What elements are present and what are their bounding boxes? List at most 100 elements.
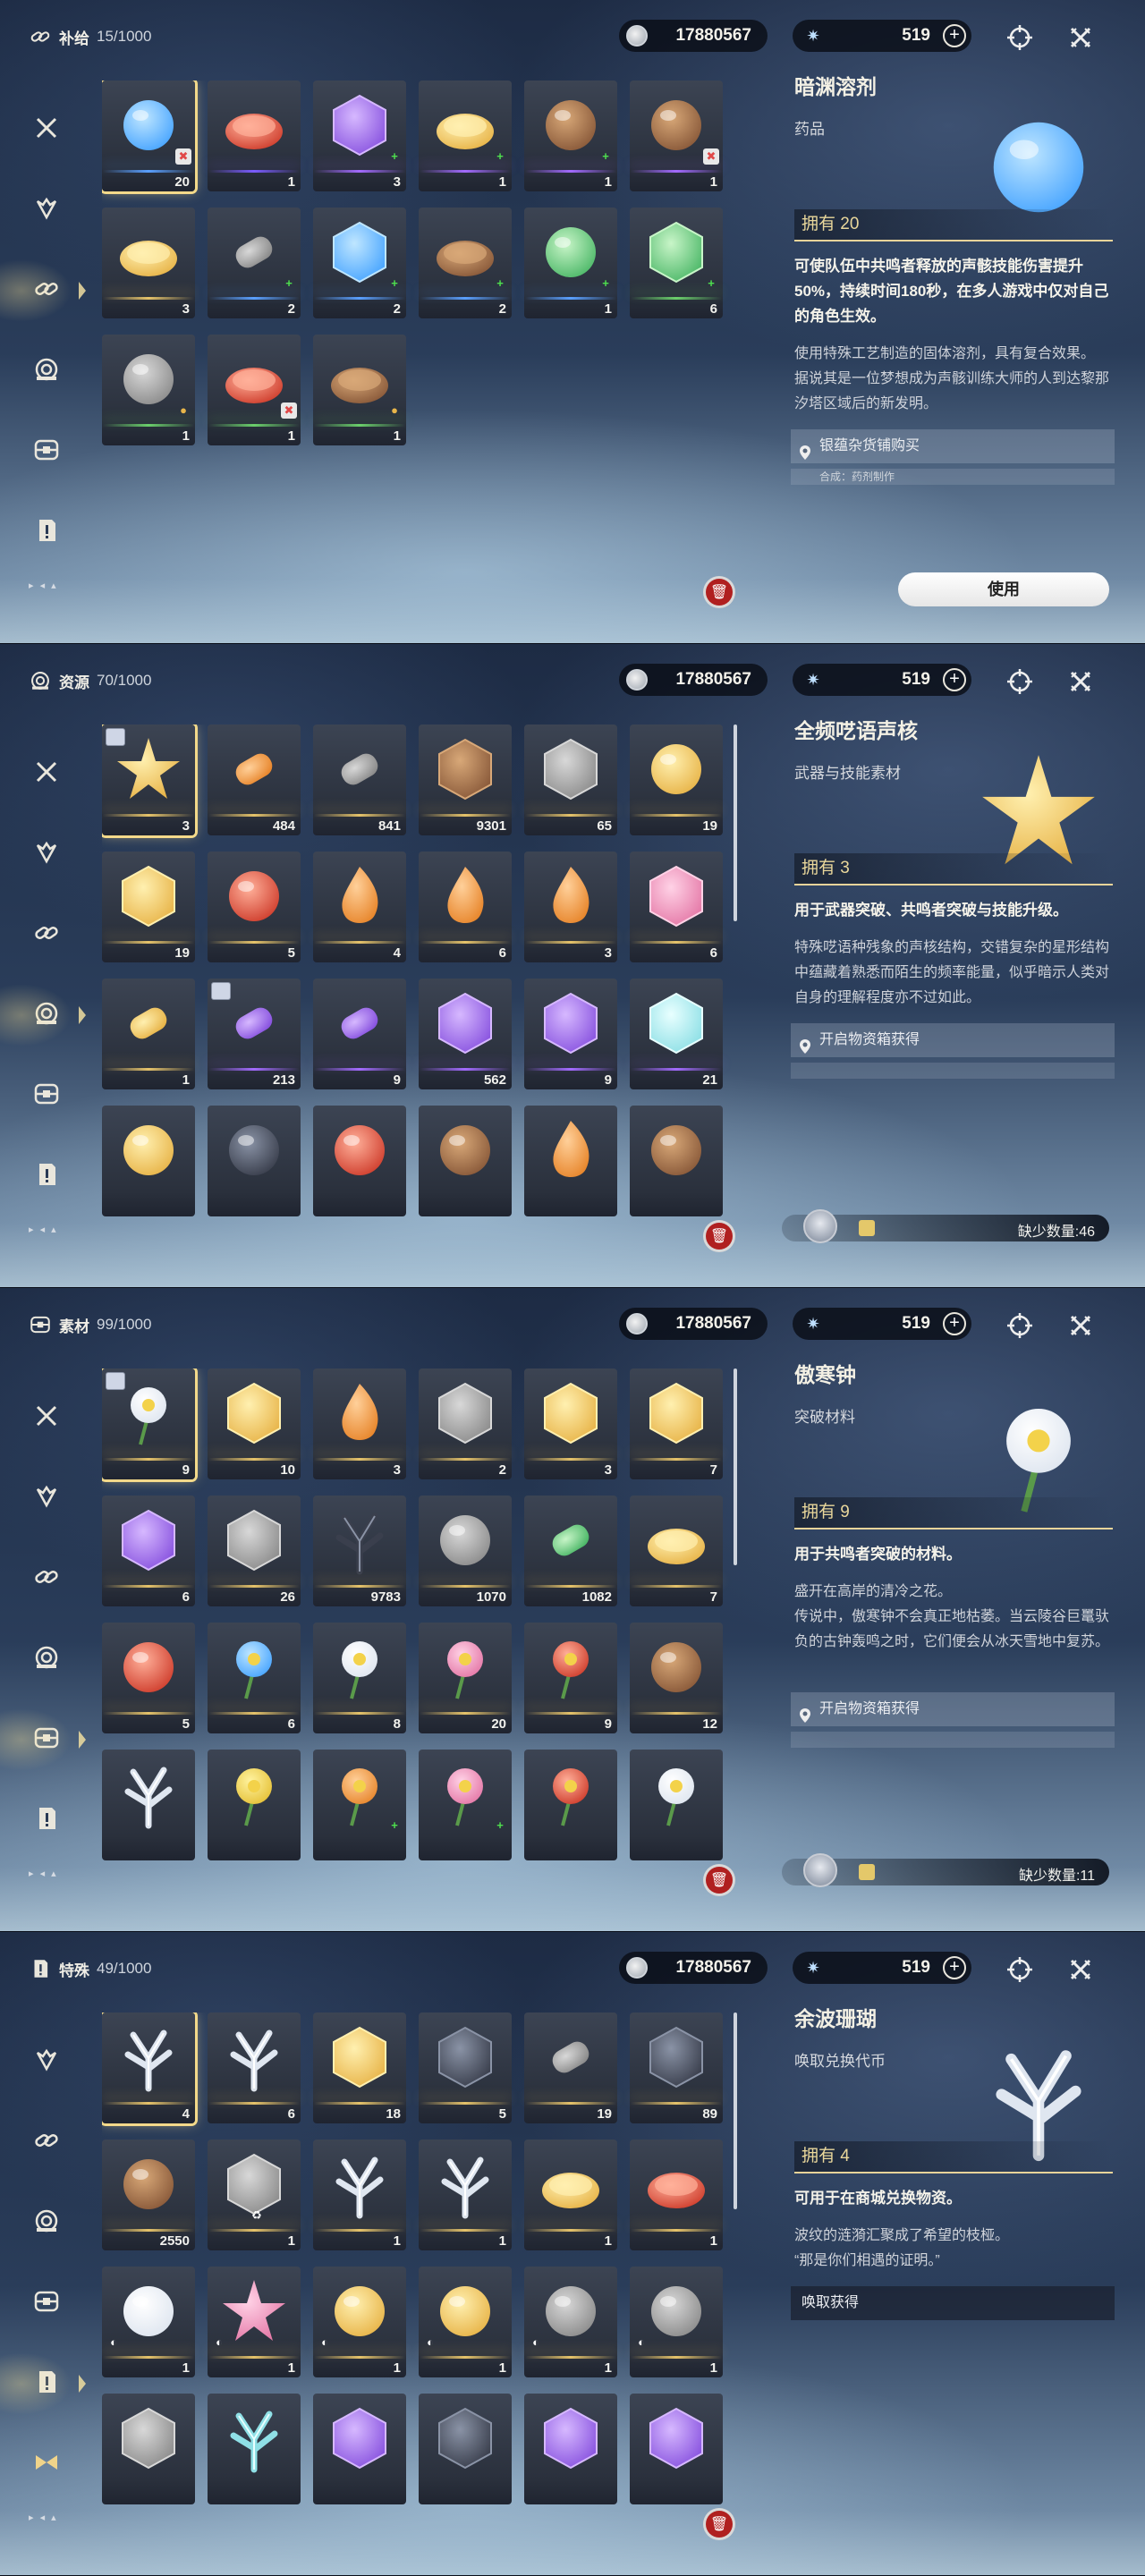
item-slot[interactable]: ◐ 1	[524, 2267, 617, 2377]
acquire-source-more[interactable]	[791, 1063, 1115, 1079]
item-slot[interactable]: ♻ 1	[208, 2140, 301, 2250]
use-button[interactable]: 使用	[898, 572, 1109, 606]
item-slot[interactable]: 2	[419, 1368, 512, 1479]
item-slot[interactable]: 1082	[524, 1496, 617, 1606]
item-slot[interactable]: ◐ 1	[208, 2267, 301, 2377]
item-slot[interactable]	[102, 2394, 195, 2504]
item-slot[interactable]: 4	[102, 2012, 195, 2123]
item-slot[interactable]: 6	[419, 852, 512, 962]
add-stamina-button[interactable]: +	[943, 668, 966, 691]
trash-icon[interactable]: 🗑	[703, 1864, 735, 1896]
item-slot[interactable]: 3	[102, 724, 195, 835]
item-slot[interactable]: +	[313, 1750, 406, 1860]
sidebar-item-material-chest[interactable]	[21, 1055, 72, 1136]
item-slot[interactable]: 3	[524, 1368, 617, 1479]
item-slot[interactable]: 8	[313, 1623, 406, 1733]
item-slot[interactable]: 9783	[313, 1496, 406, 1606]
item-slot[interactable]: 2550	[102, 2140, 195, 2250]
acquire-source[interactable]: 开启物资箱获得	[791, 1023, 1115, 1057]
close-icon[interactable]	[1063, 664, 1098, 699]
sidebar-item-link[interactable]	[21, 2102, 72, 2182]
acquire-source[interactable]: 开启物资箱获得	[791, 1692, 1115, 1726]
item-slot[interactable]: 6	[208, 2012, 301, 2123]
item-slot[interactable]: +	[419, 1750, 512, 1860]
item-slot[interactable]: 6	[208, 1623, 301, 1733]
acquire-source-more[interactable]: 合成：药剂制作	[791, 469, 1115, 485]
item-slot[interactable]: 20	[419, 1623, 512, 1733]
item-slot[interactable]: 3	[102, 208, 195, 318]
sidebar-item-crossed-swords[interactable]	[21, 733, 72, 814]
item-slot[interactable]: +3	[313, 80, 406, 191]
acquire-source[interactable]: 唤取获得	[791, 2286, 1115, 2320]
item-slot[interactable]: 12	[630, 1623, 723, 1733]
item-slot[interactable]: 3	[524, 852, 617, 962]
item-slot[interactable]	[524, 1106, 617, 1216]
sidebar-item-resource-target[interactable]	[21, 1619, 72, 1699]
item-slot[interactable]: 7	[630, 1496, 723, 1606]
acquire-source-more[interactable]	[791, 1732, 1115, 1748]
item-slot[interactable]: 9	[524, 979, 617, 1089]
grid-scrollbar[interactable]	[734, 2012, 737, 2209]
item-slot[interactable]: 484	[208, 724, 301, 835]
item-slot[interactable]: ◐ 1	[313, 2267, 406, 2377]
item-slot[interactable]: ✖ 20	[102, 80, 195, 191]
item-slot[interactable]: 1	[208, 80, 301, 191]
item-slot[interactable]: +2	[419, 208, 512, 318]
item-slot[interactable]	[208, 2394, 301, 2504]
item-slot[interactable]: 7	[630, 1368, 723, 1479]
item-slot[interactable]: 5	[208, 852, 301, 962]
item-slot[interactable]: +6	[630, 208, 723, 318]
item-slot[interactable]: 6	[630, 852, 723, 962]
sidebar-item-resource-target[interactable]	[21, 331, 72, 411]
item-slot[interactable]: 4	[313, 852, 406, 962]
sidebar-item-demon-mask[interactable]	[21, 170, 72, 250]
close-icon[interactable]	[1063, 1308, 1098, 1343]
sidebar-item-demon-mask[interactable]	[21, 814, 72, 894]
crosshair-icon[interactable]	[1002, 1308, 1038, 1343]
sidebar-item-link[interactable]	[21, 894, 72, 975]
item-slot[interactable]: 10	[208, 1368, 301, 1479]
sidebar-item-material-chest[interactable]	[0, 1699, 86, 1780]
sidebar-item-crossed-swords[interactable]	[21, 89, 72, 170]
item-slot[interactable]	[524, 1750, 617, 1860]
item-slot[interactable]: ◐ 1	[102, 2267, 195, 2377]
grid-scrollbar[interactable]	[734, 724, 737, 921]
item-slot[interactable]: ◐ 1	[419, 2267, 512, 2377]
item-slot[interactable]: 19	[630, 724, 723, 835]
sidebar-item-material-chest[interactable]	[21, 2263, 72, 2343]
item-slot[interactable]	[208, 1106, 301, 1216]
sidebar-item-quest-doc[interactable]	[0, 2343, 86, 2424]
item-slot[interactable]	[102, 1750, 195, 1860]
sidebar-item-link[interactable]	[21, 1538, 72, 1619]
acquire-source[interactable]: 银蕴杂货铺购买	[791, 429, 1115, 463]
item-slot[interactable]: 1070	[419, 1496, 512, 1606]
crosshair-icon[interactable]	[1002, 20, 1038, 55]
close-icon[interactable]	[1063, 20, 1098, 55]
item-slot[interactable]: ● 1	[102, 335, 195, 445]
item-slot[interactable]: 1	[419, 2140, 512, 2250]
item-slot[interactable]	[524, 2394, 617, 2504]
item-slot[interactable]: 19	[102, 852, 195, 962]
item-slot[interactable]: 9	[313, 979, 406, 1089]
grid-scrollbar[interactable]	[734, 1368, 737, 1565]
item-slot[interactable]: 21	[630, 979, 723, 1089]
item-slot[interactable]: +2	[208, 208, 301, 318]
sidebar-item-quest-doc[interactable]	[21, 1780, 72, 1860]
item-slot[interactable]	[419, 2394, 512, 2504]
item-slot[interactable]: 1	[524, 2140, 617, 2250]
trash-icon[interactable]: 🗑	[703, 2508, 735, 2540]
trash-icon[interactable]: 🗑	[703, 1220, 735, 1252]
sidebar-item-quest-doc[interactable]	[21, 492, 72, 572]
item-slot[interactable]	[208, 1750, 301, 1860]
item-slot[interactable]: 213	[208, 979, 301, 1089]
item-slot[interactable]: 5	[102, 1623, 195, 1733]
sidebar-item-material-chest[interactable]	[21, 411, 72, 492]
item-slot[interactable]: 9	[524, 1623, 617, 1733]
item-slot[interactable]: 89	[630, 2012, 723, 2123]
item-slot[interactable]: 65	[524, 724, 617, 835]
add-stamina-button[interactable]: +	[943, 24, 966, 47]
sidebar-item-crossed-swords[interactable]	[21, 1377, 72, 1458]
sidebar-item-resource-target[interactable]	[21, 2182, 72, 2263]
item-slot[interactable]	[630, 1750, 723, 1860]
sidebar-item-demon-mask[interactable]	[21, 2021, 72, 2102]
